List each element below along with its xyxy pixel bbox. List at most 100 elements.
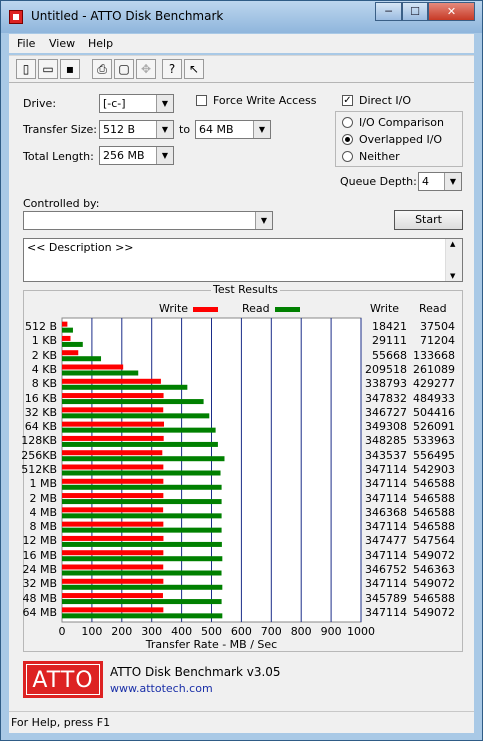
write-bar xyxy=(62,321,68,327)
transfer-size-label: 2 MB xyxy=(29,491,57,505)
write-value: 345789 xyxy=(365,591,407,605)
write-bar xyxy=(62,507,164,513)
new-icon[interactable]: ▯ xyxy=(16,59,36,79)
x-axis-label: Transfer Rate - MB / Sec xyxy=(145,638,277,651)
transfer-size-label: 16 KB xyxy=(24,391,57,405)
read-value: 37504 xyxy=(420,320,455,334)
read-value: 556495 xyxy=(413,448,455,462)
transfer-size-label: 8 KB xyxy=(31,377,57,391)
title-bar[interactable]: Untitled - ATTO Disk Benchmark ─ ☐ ✕ xyxy=(1,1,482,33)
read-bar xyxy=(62,441,218,447)
transfer-size-label: 64 MB xyxy=(22,605,57,619)
read-value: 429277 xyxy=(413,377,455,391)
read-bar xyxy=(62,413,210,419)
write-value: 29111 xyxy=(372,334,407,348)
transfer-size-label: 16 MB xyxy=(22,548,57,562)
write-value: 348285 xyxy=(365,434,407,448)
menu-help[interactable]: Help xyxy=(88,37,113,50)
write-bar xyxy=(62,364,124,370)
write-value: 347114 xyxy=(365,605,407,619)
write-bar xyxy=(62,421,164,427)
write-value: 343537 xyxy=(365,448,407,462)
read-bar xyxy=(62,599,222,605)
atto-app-icon[interactable] xyxy=(9,10,23,24)
read-value: 549072 xyxy=(413,605,455,619)
write-bar xyxy=(62,478,164,484)
menu-bar: File View Help xyxy=(9,34,474,53)
minimize-button[interactable]: ─ xyxy=(375,2,402,21)
maximize-button[interactable]: ☐ xyxy=(402,2,428,21)
write-bar xyxy=(62,535,164,541)
write-bar xyxy=(62,607,164,613)
open-icon[interactable]: ▭ xyxy=(38,59,58,79)
write-bar xyxy=(62,564,164,570)
write-bar xyxy=(62,593,163,599)
x-tick-label: 0 xyxy=(59,625,66,638)
read-value: 546588 xyxy=(413,491,455,505)
x-tick-label: 1000 xyxy=(347,625,375,638)
read-bar xyxy=(62,556,223,562)
read-bar xyxy=(62,570,222,576)
write-bar xyxy=(62,464,164,470)
menu-view[interactable]: View xyxy=(49,37,75,50)
x-tick-label: 800 xyxy=(291,625,312,638)
write-value: 347114 xyxy=(365,548,407,562)
save-icon[interactable]: ▪ xyxy=(60,59,80,79)
read-bar xyxy=(62,399,204,405)
write-bar xyxy=(62,335,71,341)
write-value: 55668 xyxy=(372,348,407,362)
write-value: 347114 xyxy=(365,577,407,591)
app-window: Untitled - ATTO Disk Benchmark ─ ☐ ✕ Fil… xyxy=(0,0,483,741)
read-value: 546588 xyxy=(413,591,455,605)
window-title: Untitled - ATTO Disk Benchmark xyxy=(31,9,224,23)
x-tick-label: 100 xyxy=(81,625,102,638)
x-tick-label: 300 xyxy=(141,625,162,638)
read-bar xyxy=(62,327,73,333)
main-panel: Drive: [-c-] ▼ Force Write Access ✓ Dire… xyxy=(9,83,474,711)
read-value: 546588 xyxy=(413,505,455,519)
read-value: 542903 xyxy=(413,463,455,476)
atto-logo: ATTO xyxy=(23,661,103,698)
atto-website-link[interactable]: www.attotech.com xyxy=(110,682,213,695)
print-icon[interactable]: ⎙ xyxy=(92,59,112,79)
transfer-size-label: 512 B xyxy=(24,320,57,334)
context-help-icon[interactable]: ↖ xyxy=(184,59,204,79)
read-bar xyxy=(62,541,222,547)
transfer-size-label: 1 KB xyxy=(31,334,57,348)
transfer-size-label: 1 MB xyxy=(29,477,57,491)
read-bar xyxy=(62,356,102,362)
write-bar xyxy=(62,393,164,399)
transfer-size-label: 48 MB xyxy=(22,591,57,605)
menu-file[interactable]: File xyxy=(17,37,35,50)
transfer-size-label: 64 KB xyxy=(24,420,57,434)
read-bar xyxy=(62,427,216,433)
status-bar: For Help, press F1 xyxy=(9,711,474,733)
toolbar: ▯ ▭ ▪ ⎙ ▢ ✥ ? ↖ xyxy=(9,55,474,83)
write-value: 346727 xyxy=(365,405,407,419)
transfer-size-label: 2 KB xyxy=(31,348,57,362)
app-version-label: ATTO Disk Benchmark v3.05 xyxy=(110,665,281,679)
write-value: 349308 xyxy=(365,420,407,434)
move-icon[interactable]: ✥ xyxy=(136,59,156,79)
print-preview-icon[interactable]: ▢ xyxy=(114,59,134,79)
read-bar xyxy=(62,613,223,619)
transfer-size-label: 256KB xyxy=(21,448,57,462)
write-value: 347832 xyxy=(365,391,407,405)
x-tick-label: 200 xyxy=(111,625,132,638)
write-bar xyxy=(62,450,163,456)
read-bar xyxy=(62,513,222,519)
write-bar xyxy=(62,350,79,356)
read-bar xyxy=(62,470,221,476)
transfer-size-label: 32 KB xyxy=(24,405,57,419)
read-value: 504416 xyxy=(413,405,455,419)
transfer-size-label: 24 MB xyxy=(22,563,57,576)
transfer-size-label: 512KB xyxy=(21,463,57,476)
write-value: 347114 xyxy=(365,491,407,505)
status-text: For Help, press F1 xyxy=(11,716,111,729)
write-bar xyxy=(62,378,161,384)
close-button[interactable]: ✕ xyxy=(428,2,475,21)
write-bar xyxy=(62,550,164,556)
read-value: 549072 xyxy=(413,577,455,591)
read-bar xyxy=(62,527,222,533)
help-icon[interactable]: ? xyxy=(162,59,182,79)
